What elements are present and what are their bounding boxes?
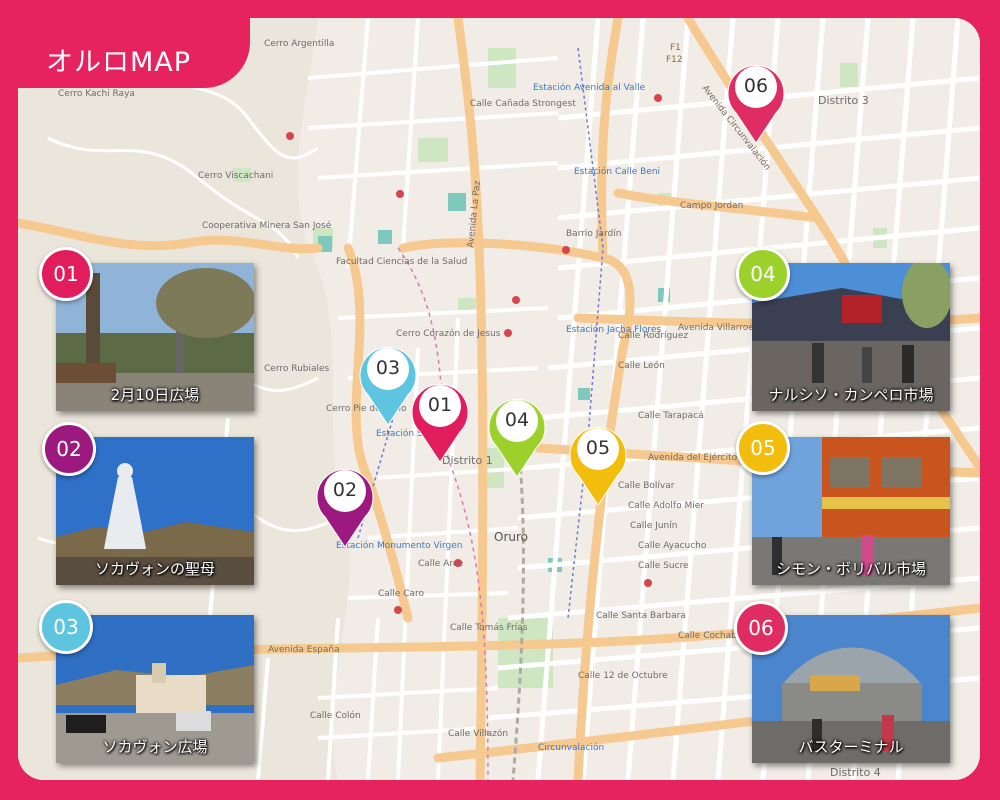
title-tab: オルロMAP	[18, 18, 250, 88]
badge-03: 03	[39, 600, 93, 654]
photo-caption-02: ソカヴォンの聖母	[94, 560, 215, 578]
label-calle-12-octubre: Calle 12 de Octubre	[578, 671, 668, 681]
label-calle-junin: Calle Junín	[630, 521, 677, 531]
label-calle-villazon: Calle Villazón	[448, 728, 508, 739]
map-pin-01-label: 01	[427, 394, 453, 416]
label-distrito-4: Distrito 4	[830, 766, 881, 779]
label-estacion-jacha: Estación Jacha Flores	[566, 324, 661, 335]
photo-caption-04: ナルシソ・カンペロ市場	[768, 386, 934, 404]
badge-06: 06	[734, 601, 788, 655]
map-pin-04[interactable]: 04	[481, 389, 553, 481]
label-oruro: Oruro	[494, 530, 528, 544]
label-cerro-argentilla: Cerro Argentilla	[264, 39, 334, 49]
badge-01: 01	[39, 247, 93, 301]
label-barrio-jardin: Barrio Jardín	[566, 229, 621, 239]
map-pin-04-label: 04	[504, 409, 530, 431]
label-cerro-viscachani: Cerro Viscachani	[198, 171, 273, 181]
map-pin-05-label: 05	[585, 437, 611, 459]
label-calle-ayacucho: Calle Ayacucho	[638, 541, 707, 551]
label-calle-tarapaca: Calle Tarapacá	[638, 411, 704, 421]
label-f1: F1	[670, 43, 681, 53]
map-pin-06[interactable]: 06	[720, 55, 792, 147]
label-f12: F12	[666, 55, 683, 65]
label-calle-tomas-frias: Calle Tomás Frías	[450, 623, 528, 633]
map-pin-02-label: 02	[332, 479, 358, 501]
label-cerro-rubiales: Cerro Rubiales	[264, 364, 330, 374]
label-circunvalacion: Circunvalación	[538, 742, 604, 753]
label-calle-arce: Calle Arce	[418, 559, 464, 569]
label-calle-sucre: Calle Sucre	[638, 561, 689, 571]
badge-04: 04	[736, 247, 790, 301]
photo-caption-03: ソカヴォン広場	[102, 738, 208, 756]
map-pin-02[interactable]: 02	[309, 459, 381, 551]
label-calle-colon: Calle Colón	[310, 710, 361, 721]
label-av-villarroel: Avenida Villarroel	[678, 323, 756, 333]
label-cerro-kachi-raya: Cerro Kachi Raya	[58, 89, 135, 99]
label-av-espana: Avenida España	[268, 645, 340, 655]
label-calle-adolfo-mier: Calle Adolfo Mier	[628, 501, 704, 511]
label-distrito-3: Distrito 3	[818, 94, 869, 107]
map-pin-06-label: 06	[743, 75, 769, 97]
photo-caption-06: バスターミナル	[798, 738, 904, 756]
label-calle-canada: Calle Cañada Strongest	[470, 99, 576, 109]
label-calle-santa-barbara: Calle Santa Barbara	[596, 611, 686, 621]
badge-05: 05	[736, 421, 790, 475]
label-estacion-valle: Estación Avenida al Valle	[533, 82, 646, 93]
label-cooperativa: Cooperativa Minera San José	[202, 220, 332, 231]
label-calle-caro: Calle Caro	[378, 589, 425, 599]
page-title: オルロMAP	[46, 47, 192, 78]
photo-caption-05: シモン・ボリバル市場	[775, 560, 926, 578]
label-facultad: Facultad Ciencias de la Salud	[336, 257, 467, 267]
map-pin-01[interactable]: 01	[404, 374, 476, 466]
label-av-ejercito: Avenida del Ejército	[648, 452, 738, 463]
label-calle-leon: Calle León	[618, 360, 665, 371]
photo-caption-01: 2月10日広場	[110, 386, 200, 404]
map-pin-05[interactable]: 05	[562, 417, 634, 509]
badge-02: 02	[42, 422, 96, 476]
label-campo-jordan: Campo Jordan	[680, 201, 743, 211]
label-estacion-beni: Estación Calle Beni	[574, 166, 660, 177]
